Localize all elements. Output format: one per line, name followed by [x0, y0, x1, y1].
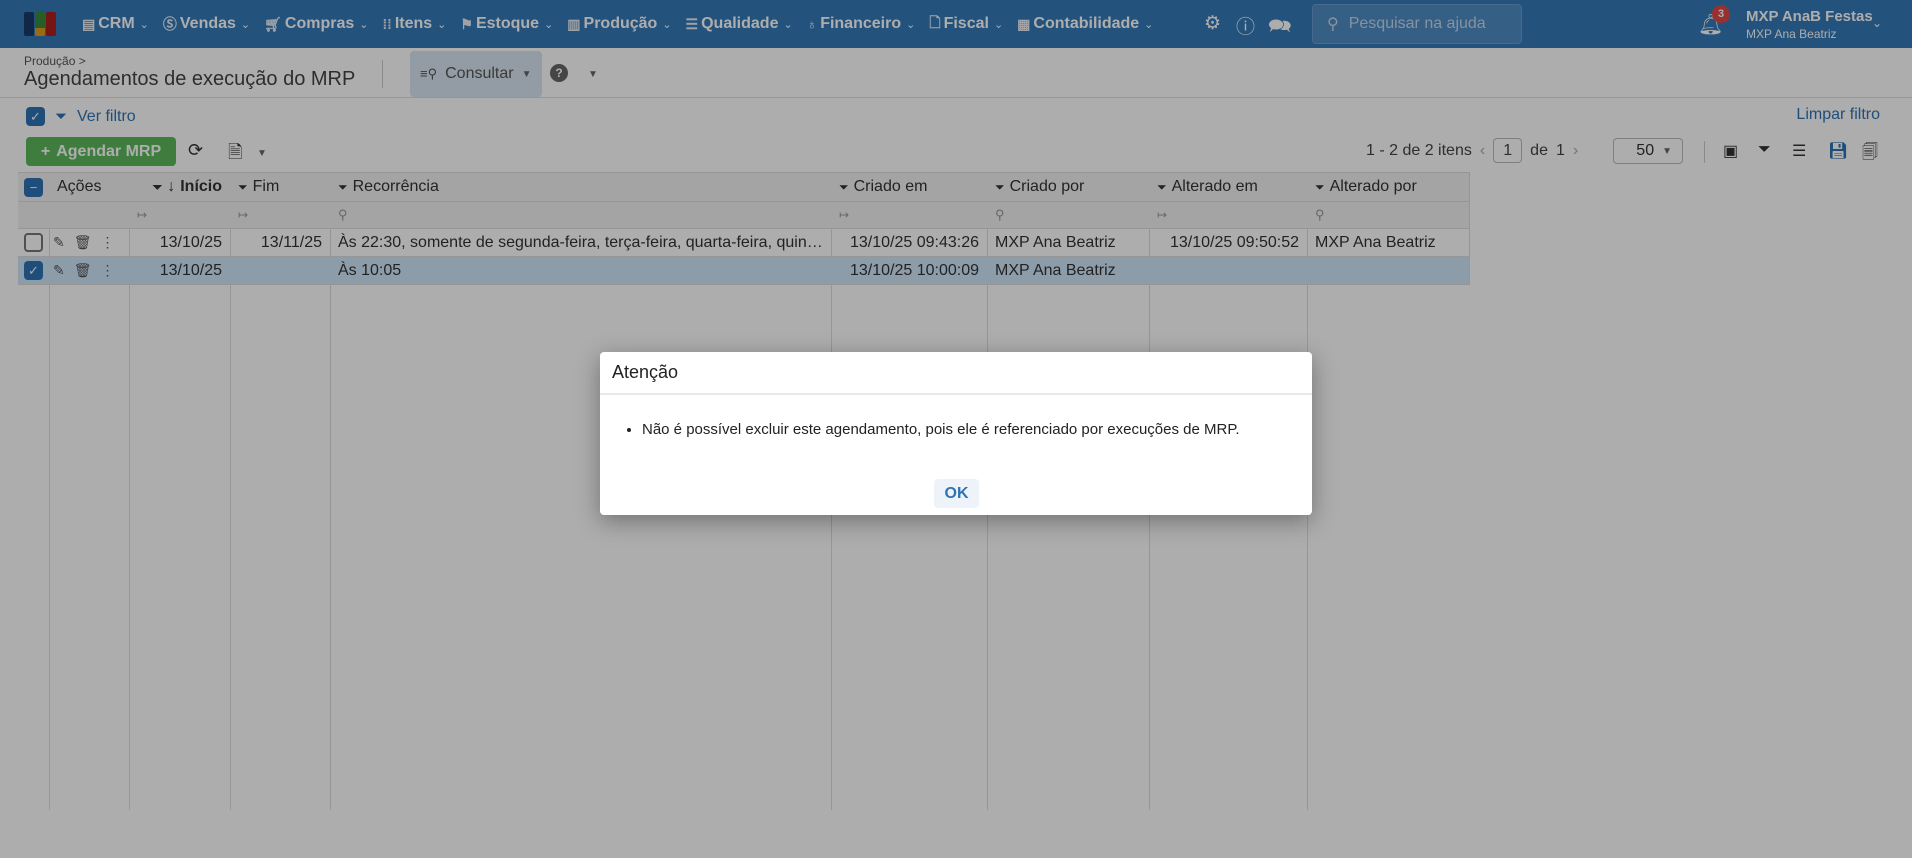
dialog-title: Atenção: [600, 352, 1312, 395]
ok-button[interactable]: OK: [934, 479, 979, 508]
attention-dialog: Atenção Não é possível excluir este agen…: [600, 352, 1312, 515]
dialog-message: Não é possível excluir este agendamento,…: [642, 421, 1312, 438]
